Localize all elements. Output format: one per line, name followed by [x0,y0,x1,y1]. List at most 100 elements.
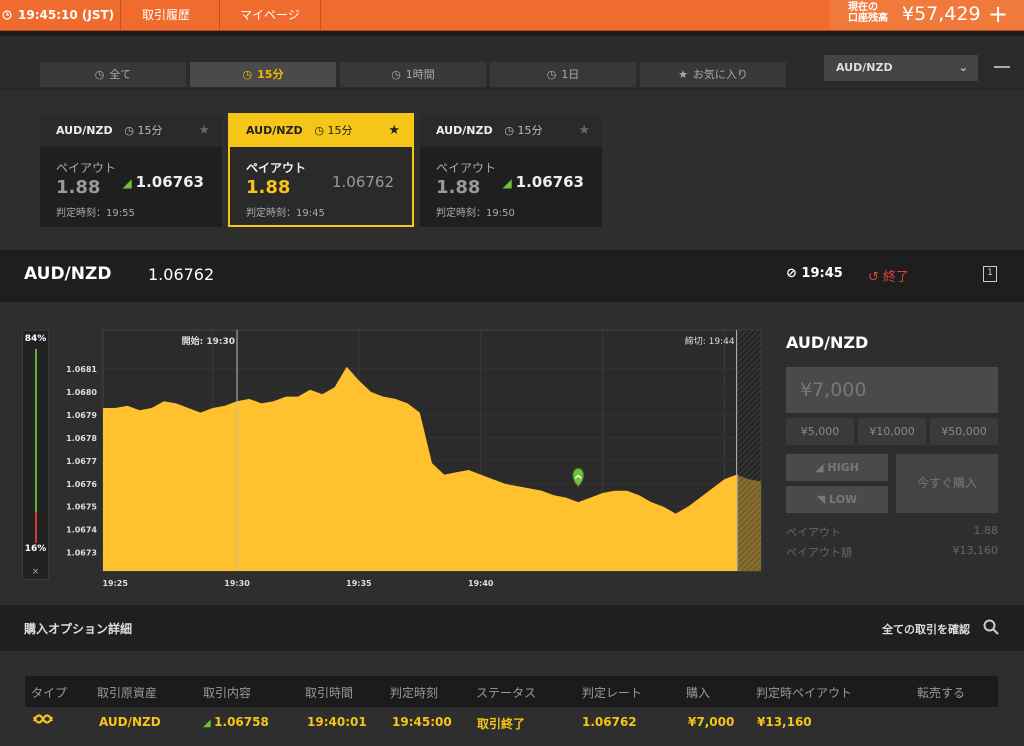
balance-label: 現在の 口座残高 [848,2,888,24]
high-percentage: 84% [24,334,47,344]
payout-amount-row: ペイアウト額 ¥13,160 [786,544,998,559]
card-pair: AUD/NZD [436,124,493,137]
close-icon[interactable]: × [23,567,48,577]
option-card-1955[interactable]: AUD/NZD ◷ 15分 ★ ペイアウト 1.88 ◢ 1.06763 判定時刻… [40,115,222,227]
clock-icon: ◷ [242,68,253,81]
pair-select[interactable]: AUD/NZD ⌄ [824,55,978,81]
end-marker-label: 締切: 19:44 [685,335,735,347]
high-button[interactable]: ◢ HIGH [786,454,888,481]
clock-icon: ◷ [94,68,105,81]
row-content: ◢ 1.06758 [203,715,269,729]
col-type: タイプ [31,686,68,700]
row-asset: AUD/NZD [99,715,161,729]
tab-favorites[interactable]: ★ お気に入り [640,62,786,87]
card-payout-label: ペイアウト [56,161,117,175]
y-tick-label: 1.0676 [66,480,97,489]
up-arrow-icon: ◢ [815,461,828,474]
card-judge-time: 判定時刻：19:55 [56,208,135,219]
clock-icon: ◷ [391,68,401,81]
card-rate: 1.06763 [135,173,204,191]
add-funds-button[interactable]: + [988,0,1008,28]
all-trades-link[interactable]: 全ての取引を確認 [882,621,970,637]
buy-now-button[interactable]: 今すぐ購入 [896,454,998,513]
clock-icon: ◷ [124,124,138,137]
row-status: 取引終了 [477,717,526,731]
one-click-icon[interactable]: 1 [983,266,997,282]
option-card-1950[interactable]: AUD/NZD ◷ 15分 ★ ペイアウト 1.88 ◢ 1.06763 判定時刻… [420,115,602,227]
option-card-1945[interactable]: AUD/NZD ◷ 15分 ★ ペイアウト 1.88 1.06762 判定時刻：… [228,113,414,227]
price-chart: 開始: 19:30 締切: 19:44 1.0681 1.0680 1.0679 1.06… [66,329,762,588]
tab-1day[interactable]: ◷ 1日 [490,62,636,87]
amount-5000-button[interactable]: ¥5,000 [786,418,854,445]
card-payout-label: ペイアウト [436,161,497,175]
y-tick-label: 1.0680 [66,388,97,397]
payout-rate-row: ペイアウト 1.88 [786,524,998,539]
tab-15min[interactable]: ◷ 15分 [190,62,336,87]
card-payout-label: ペイアウト [246,161,307,175]
card-payout: 1.88 [246,177,291,198]
low-bar [35,512,37,543]
sentiment-gauge: 84% 16% × [22,330,49,580]
col-payout: 判定時ペイアウト [756,686,853,700]
panel-title: AUD/NZD [786,333,869,352]
amount-10000-button[interactable]: ¥10,000 [858,418,926,445]
col-content: 取引内容 [203,686,252,700]
card-pair: AUD/NZD [56,124,113,137]
col-status: ステータス [476,686,537,700]
low-percentage: 16% [24,544,47,554]
col-purchase: 購入 [686,686,711,700]
asset-rate: 1.06762 [148,265,215,284]
x-tick-label: 19:25 [102,579,128,588]
x-tick-label: 19:40 [468,579,494,588]
asset-name: AUD/NZD [24,264,112,284]
closed-region [737,330,761,571]
row-payout: ¥13,160 [757,715,812,729]
history-link[interactable]: 取引履歴 [142,0,190,30]
high-bar [35,349,37,512]
tab-all[interactable]: ◷ 全て [40,62,186,87]
y-tick-label: 1.0674 [66,526,97,535]
server-clock: 19:45:10 (JST) [18,8,115,22]
y-tick-label: 1.0679 [66,411,97,420]
card-rate: 1.06762 [331,173,394,191]
chevron-down-icon: ⌄ [958,61,968,74]
card-payout: 1.88 [56,177,101,198]
x-tick-label: 19:35 [346,579,372,588]
card-payout: 1.88 [436,177,481,198]
mypage-link[interactable]: マイページ [240,0,300,30]
card-judge-time: 判定時刻：19:45 [246,208,325,219]
low-button[interactable]: ◥ LOW [786,486,888,513]
amount-input[interactable]: ¥7,000 [786,367,998,413]
tab-1hour[interactable]: ◷ 1時間 [340,62,486,87]
no-entry-icon: ⊘ [786,266,802,281]
details-header [0,605,1024,651]
clock-icon: ◷ [314,124,328,137]
asset-status: ↺ 終了 [868,270,910,285]
col-judge-rate: 判定レート [582,686,643,700]
clock-icon: ◷ [546,68,557,81]
clock-icon [0,0,12,30]
star-icon: ★ [678,68,688,81]
clock-icon: ◷ [504,124,518,137]
details-title: 購入オプション詳細 [24,622,133,636]
star-icon[interactable]: ★ [388,115,400,147]
balance-value: ¥57,429 [902,3,981,25]
minimize-button[interactable] [994,66,1010,68]
card-pair: AUD/NZD [246,124,303,137]
col-resell: 転売する [917,686,966,700]
high-low-type-icon [32,714,54,724]
star-icon[interactable]: ★ [198,115,210,147]
row-purchase: ¥7,000 [688,715,735,729]
history-icon: ↺ [868,270,884,285]
star-icon[interactable]: ★ [578,115,590,147]
col-trade-time: 取引時間 [305,686,354,700]
col-asset: 取引原資産 [97,686,158,700]
y-tick-label: 1.0678 [66,434,97,443]
top-bar: 19:45:10 (JST) 取引履歴 マイページ 現在の 口座残高 ¥57,4… [0,0,1024,30]
col-judge-time: 判定時刻 [390,686,439,700]
row-trade-time: 19:40:01 [307,715,367,729]
card-rate: 1.06763 [515,173,584,191]
search-icon[interactable] [983,619,999,635]
amount-50000-button[interactable]: ¥50,000 [930,418,998,445]
y-tick-label: 1.0675 [66,503,97,512]
